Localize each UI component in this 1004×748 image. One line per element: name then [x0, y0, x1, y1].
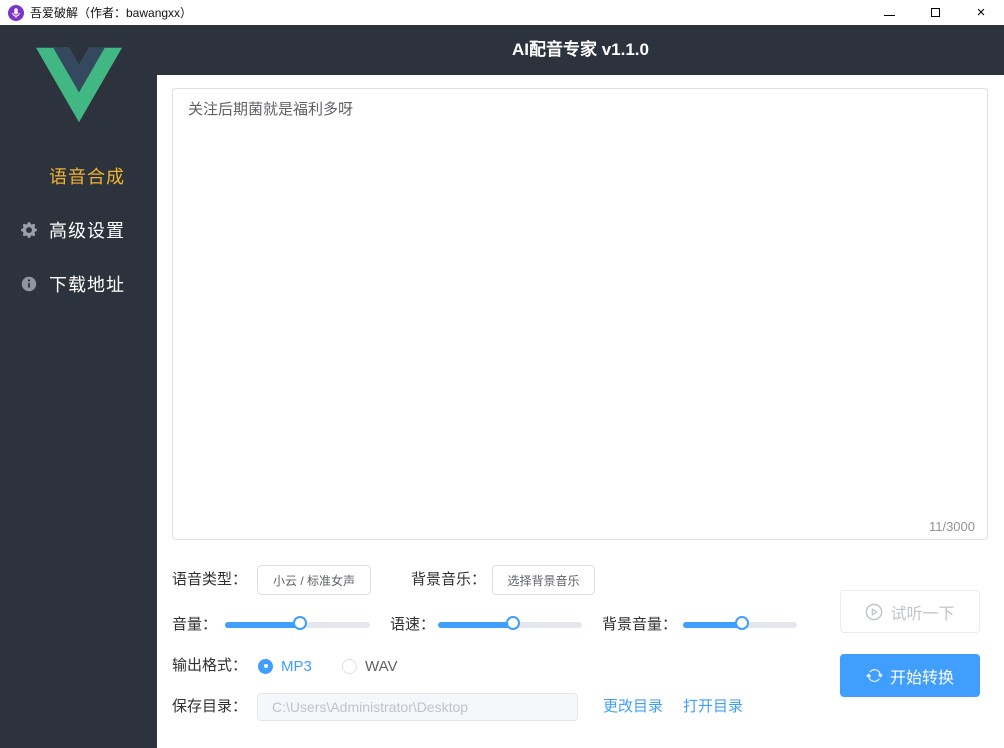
radio-mp3-dot [258, 658, 273, 674]
info-icon [21, 276, 37, 292]
radio-mp3[interactable]: MP3 [258, 653, 312, 679]
output-format-label: 输出格式： [172, 657, 248, 674]
main-content: 关注后期菌就是福利多呀 11/3000 语音类型： 小云 / 标准女声 背景音乐… [157, 75, 1004, 748]
volume-label: 音量： [172, 616, 218, 633]
radio-wav-label: WAV [365, 657, 398, 675]
minimize-button[interactable] [866, 0, 912, 25]
microphone-app-icon [8, 4, 24, 21]
speed-slider-thumb[interactable] [506, 616, 521, 630]
app-window: 吾爱破解（作者：bawangxx） × AI配音专家 v1.1.0 语音合成 高… [0, 0, 1004, 748]
convert-button-label: 开始转换 [889, 669, 954, 687]
voice-type-button[interactable]: 小云 / 标准女声 [257, 565, 371, 595]
sidebar-item-label: 高级设置 [49, 221, 125, 241]
minimize-icon [883, 15, 895, 16]
window-controls: × [866, 0, 1004, 25]
titlebar: 吾爱破解（作者：bawangxx） × [0, 0, 1004, 25]
speech-text-input[interactable]: 关注后期菌就是福利多呀 [173, 89, 987, 539]
preview-button-label: 试听一下 [890, 605, 955, 623]
bg-music-button[interactable]: 选择背景音乐 [492, 565, 595, 595]
refresh-icon [866, 669, 883, 682]
grid-icon [21, 168, 37, 184]
maximize-icon [930, 8, 940, 17]
play-circle-icon [866, 603, 883, 620]
radio-wav[interactable]: WAV [342, 653, 398, 679]
sidebar-item-label: 下载地址 [49, 275, 125, 295]
change-dir-link[interactable]: 更改目录 [603, 692, 663, 722]
close-icon: × [976, 4, 986, 21]
char-counter: 11/3000 [926, 519, 977, 534]
sidebar-item-download-address[interactable]: 下载地址 [0, 257, 157, 311]
close-button[interactable]: × [958, 0, 1004, 25]
convert-button[interactable]: 开始转换 [840, 654, 980, 697]
sidebar-item-advanced-settings[interactable]: 高级设置 [0, 203, 157, 257]
gear-icon [21, 222, 37, 238]
window-title: 吾爱破解（作者：bawangxx） [30, 6, 193, 20]
app-title: AI配音专家 v1.1.0 [512, 40, 649, 59]
volume-slider-thumb[interactable] [292, 616, 307, 630]
open-dir-link[interactable]: 打开目录 [683, 692, 743, 722]
vue-logo [36, 47, 122, 123]
save-dir-input [257, 693, 578, 721]
radio-mp3-label: MP3 [281, 657, 312, 675]
radio-wav-dot [342, 658, 357, 674]
speed-slider[interactable] [438, 613, 582, 637]
sidebar-menu: 语音合成 高级设置 下载地址 [0, 149, 157, 311]
sidebar-item-voice-synthesis[interactable]: 语音合成 [0, 149, 157, 203]
speed-label: 语速： [390, 616, 436, 633]
sidebar-item-label: 语音合成 [49, 167, 125, 187]
voice-type-label: 语音类型： [172, 571, 248, 588]
bg-volume-slider[interactable] [683, 613, 797, 637]
preview-button[interactable]: 试听一下 [840, 590, 980, 633]
bg-volume-label: 背景音量： [602, 616, 678, 633]
volume-slider[interactable] [225, 613, 370, 637]
text-input-container: 关注后期菌就是福利多呀 11/3000 [172, 88, 988, 540]
save-dir-label: 保存目录： [172, 698, 248, 715]
maximize-button[interactable] [912, 0, 958, 25]
bg-volume-slider-thumb[interactable] [735, 616, 749, 630]
bg-music-label: 背景音乐： [411, 571, 487, 588]
sidebar: 语音合成 高级设置 下载地址 [0, 25, 157, 748]
